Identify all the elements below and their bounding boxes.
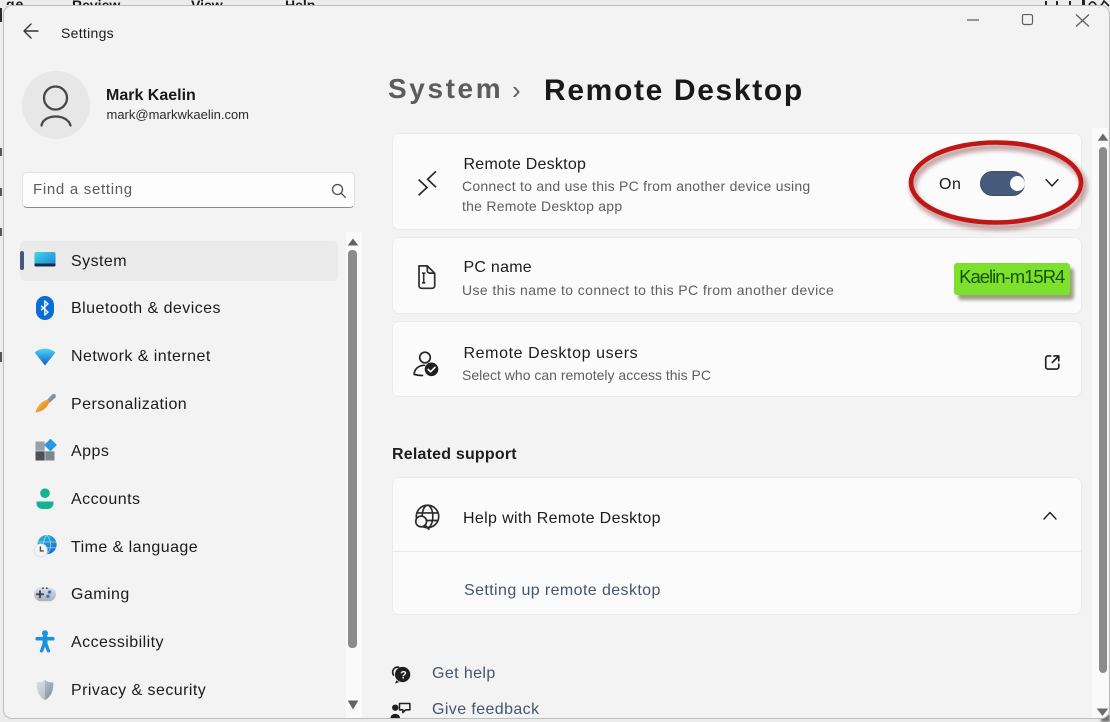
- svg-text:?: ?: [400, 670, 407, 682]
